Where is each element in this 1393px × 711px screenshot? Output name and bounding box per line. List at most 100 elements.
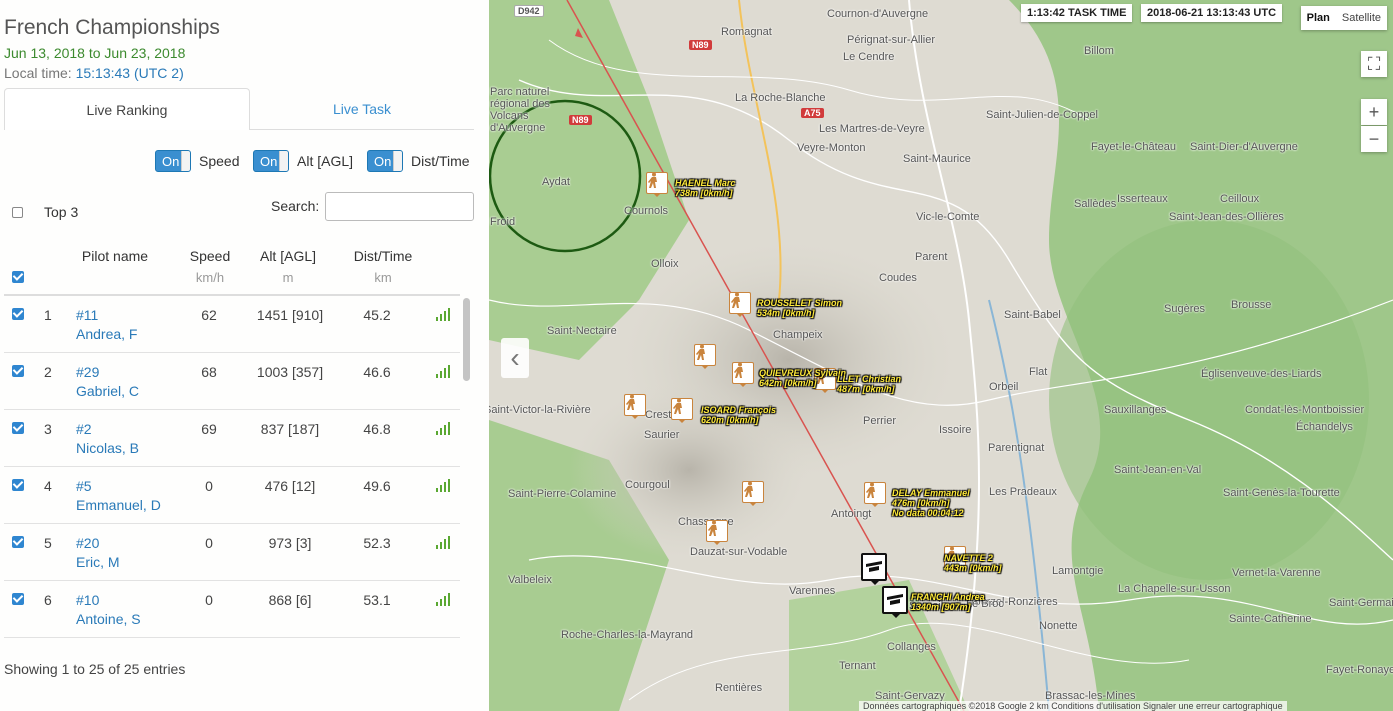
row-alt: 973 [3] [268,535,312,551]
map-view[interactable]: D942 N89 N89 A75 Cournon-d'Auvergne Romag… [489,0,1393,711]
row-checkbox[interactable] [12,593,24,605]
pilot-marker[interactable] [864,482,886,509]
glider-marker[interactable] [861,553,887,585]
pilot-label-name: QUIEVREUX Sylvain [759,368,847,378]
collapse-panel-button[interactable]: ‹ [501,338,529,378]
alt-toggle[interactable]: On Alt [AGL] [253,150,353,172]
speed-toggle[interactable]: On Speed [155,150,239,172]
signal-icon [436,365,450,378]
town-label: La Roche-Blanche [735,92,826,104]
row-rank: 1 [44,307,52,323]
table-row[interactable]: 2 #29 Gabriel, C 68 1003 [357] 46.6 [4,353,460,410]
dist-toggle[interactable]: On Dist/Time [367,150,470,172]
pilot-marker[interactable] [694,344,716,371]
table-scrollbar-thumb[interactable] [463,298,470,381]
row-pilot-id[interactable]: #10 [76,592,99,608]
row-checkbox[interactable] [12,422,24,434]
row-checkbox[interactable] [12,308,24,320]
ranking-table-body: 1 #11 Andrea, F 62 1451 [910] 45.2 2 #29 Gabriel… [4,296,460,638]
tab-divider [250,129,474,130]
row-pilot-name[interactable]: Antoine, S [76,611,141,627]
town-label: Ternant [839,660,876,672]
fullscreen-button[interactable]: ⛶ [1361,51,1387,77]
zoom-in-button[interactable]: + [1361,99,1387,125]
row-pilot-id[interactable]: #2 [76,421,92,437]
top3-filter[interactable]: Top 3 [12,204,78,220]
glider-marker[interactable] [882,586,908,618]
table-row[interactable]: 5 #20 Eric, M 0 973 [3] 52.3 [4,524,460,581]
row-pilot-id[interactable]: #20 [76,535,99,551]
paraglider-pilot-icon [734,362,743,378]
row-pilot-name[interactable]: Eric, M [76,554,120,570]
row-pilot-id[interactable]: #11 [76,307,98,323]
zoom-out-button[interactable]: − [1361,126,1387,152]
top3-checkbox[interactable] [12,206,23,218]
pilot-marker[interactable] [729,292,751,319]
pilot-marker[interactable] [646,172,668,199]
pilot-pin[interactable] [729,292,751,314]
town-label: Romagnat [721,26,772,38]
row-pilot-name[interactable]: Andrea, F [76,326,137,342]
town-label: Valbeleix [508,574,552,586]
table-row[interactable]: 6 #10 Antoine, S 0 868 [6] 53.1 [4,581,460,638]
pilot-marker[interactable] [624,394,646,421]
town-label: Saint-Babel [1004,309,1061,321]
table-row[interactable]: 3 #2 Nicolas, B 69 837 [187] 46.8 [4,410,460,467]
dist-switch[interactable]: On [367,150,403,172]
map-type-control[interactable]: Plan Satellite [1300,6,1387,30]
pilot-label: FRANCHI Andrea 1340m [907m] [911,592,985,612]
table-row[interactable]: 1 #11 Andrea, F 62 1451 [910] 45.2 [4,296,460,353]
paraglider-pilot-icon [866,482,875,498]
pilot-pin[interactable] [694,344,716,366]
col-speed-unit: km/h [195,270,225,285]
pilot-label: HAENEL Marc 738m [0km/h] [675,178,735,198]
row-checkbox[interactable] [12,479,24,491]
row-checkbox[interactable] [12,365,24,377]
col-alt[interactable]: Alt [AGL] m [248,248,328,286]
paraglider-pilot-icon [744,481,753,497]
pilot-pin[interactable] [742,481,764,503]
search-input[interactable] [325,192,474,221]
local-time-value: 15:13:43 (UTC 2) [75,65,184,81]
paraglider-pilot-icon [696,344,705,360]
pilot-pin[interactable] [671,398,693,420]
speed-switch[interactable]: On [155,150,191,172]
pilot-pin[interactable] [646,172,668,194]
select-all-checkbox[interactable] [12,271,24,283]
dist-toggle-label: Dist/Time [411,153,470,169]
tab-live-ranking[interactable]: Live Ranking [4,88,250,130]
pilot-pin[interactable] [732,362,754,384]
pilot-pin[interactable] [706,520,728,542]
row-pilot-id[interactable]: #29 [76,364,99,380]
col-dist[interactable]: Dist/Time km [342,248,424,286]
table-row[interactable]: 4 #5 Emmanuel, D 0 476 [12] 49.6 [4,467,460,524]
pilot-label-info: 738m [0km/h] [675,188,733,198]
town-label: Perrier [863,415,897,427]
town-label: Fayet-Ronaye [1326,664,1393,676]
pilot-marker[interactable] [671,398,693,425]
pilot-marker[interactable] [732,362,754,389]
tab-live-task[interactable]: Live Task [250,88,474,130]
town-label: Nonette [1039,620,1078,632]
town-label: Flat [1029,366,1048,378]
row-pilot-id[interactable]: #5 [76,478,92,494]
col-pilot-name[interactable]: Pilot name [70,248,160,265]
pilot-pin[interactable] [624,394,646,416]
pilot-marker[interactable] [706,520,728,547]
town-label: Aydat [542,176,570,188]
signal-icon [436,593,450,606]
row-checkbox[interactable] [12,536,24,548]
row-pilot-name[interactable]: Emmanuel, D [76,497,161,513]
pilot-label-info: 1340m [907m] [911,602,971,612]
col-speed[interactable]: Speed km/h [180,248,240,286]
map-type-plan[interactable]: Plan [1301,6,1336,30]
row-pilot-name[interactable]: Nicolas, B [76,440,139,456]
row-pilot-name[interactable]: Gabriel, C [76,383,139,399]
alt-switch[interactable]: On [253,150,289,172]
pilot-pin[interactable] [864,482,886,504]
pilot-marker[interactable] [742,481,764,508]
fullscreen-icon: ⛶ [1367,53,1381,74]
pilot-label-info: 443m [0km/h] [944,563,1002,573]
map-type-satellite[interactable]: Satellite [1336,6,1387,30]
town-label: Vic-le-Comte [916,211,980,223]
